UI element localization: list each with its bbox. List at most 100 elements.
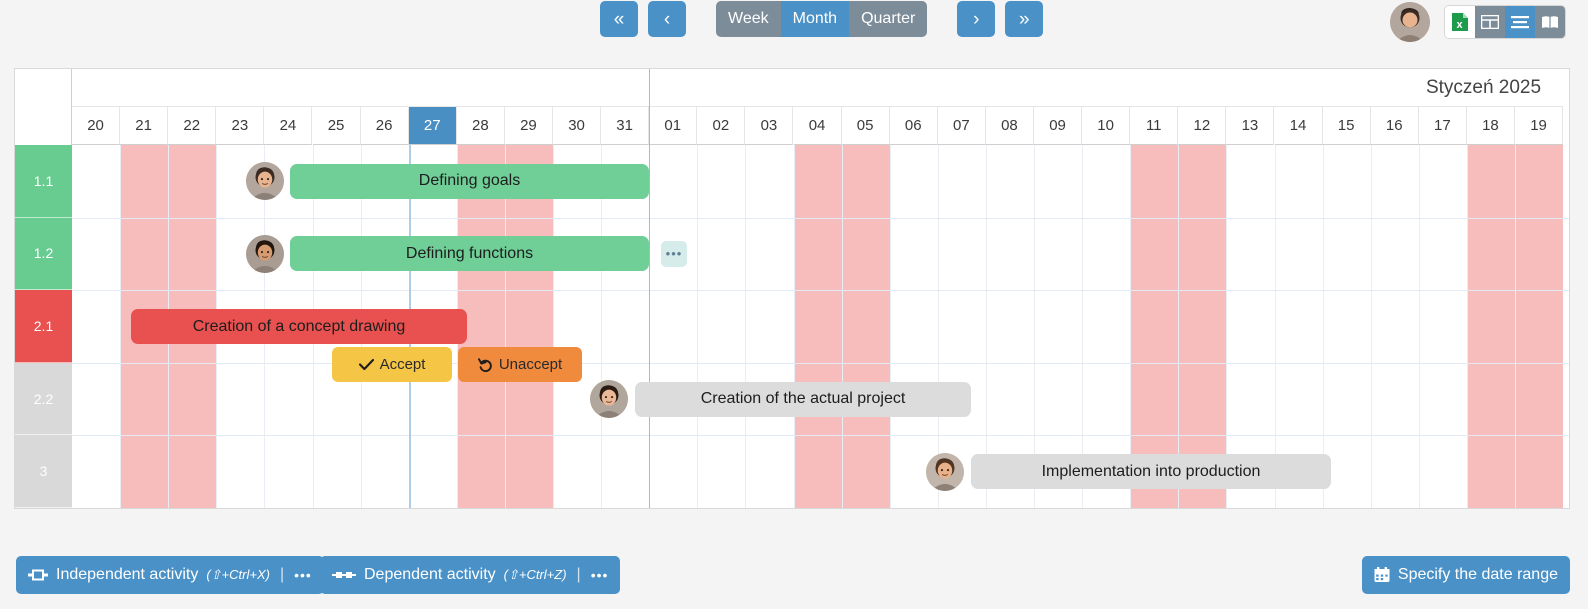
day-header-cell[interactable]: 20 xyxy=(72,107,120,145)
month-header-previous xyxy=(72,69,649,107)
table-view-icon[interactable] xyxy=(1475,6,1505,38)
unaccept-button[interactable]: Unaccept xyxy=(458,347,582,382)
timeline-nav-group: « ‹ Week Month Quarter › » xyxy=(600,1,1043,37)
day-header-cell[interactable]: 16 xyxy=(1371,107,1419,145)
jump-backward-button[interactable]: « xyxy=(600,1,638,37)
day-header-cell[interactable]: 21 xyxy=(120,107,168,145)
day-header-label: 17 xyxy=(1434,117,1451,134)
column-gridline xyxy=(1467,145,1468,508)
task-bar-actual-project[interactable]: Creation of the actual project xyxy=(635,382,971,417)
step-forward-button[interactable]: › xyxy=(957,1,995,37)
day-header-cell[interactable]: 19 xyxy=(1515,107,1563,145)
day-header-cell[interactable]: 27 xyxy=(409,107,457,145)
day-header-label: 07 xyxy=(953,117,970,134)
day-header-label: 29 xyxy=(520,117,537,134)
scale-quarter-button[interactable]: Quarter xyxy=(849,1,927,37)
specify-date-range-label: Specify the date range xyxy=(1398,566,1558,584)
dependent-activity-shortcut: (⇧+Ctrl+Z) xyxy=(504,567,567,583)
row-gridline xyxy=(72,435,1569,436)
day-header-label: 21 xyxy=(135,117,152,134)
scale-toggle-group: Week Month Quarter xyxy=(716,1,927,37)
scale-week-button[interactable]: Week xyxy=(716,1,781,37)
step-backward-button[interactable]: ‹ xyxy=(648,1,686,37)
day-header-cell[interactable]: 04 xyxy=(794,107,842,145)
user-avatar[interactable] xyxy=(1390,2,1430,42)
day-header-label: 31 xyxy=(616,117,633,134)
day-header-cell[interactable]: 07 xyxy=(938,107,986,145)
day-header-cell[interactable]: 12 xyxy=(1178,107,1226,145)
top-toolbar: « ‹ Week Month Quarter › » x xyxy=(0,0,1588,46)
view-mode-icon-group: x xyxy=(1444,5,1566,39)
independent-activity-button[interactable]: Independent activity (⇧+Ctrl+X) | ••• xyxy=(16,556,324,594)
day-header-cell[interactable]: 23 xyxy=(216,107,264,145)
row-gridline xyxy=(72,218,1569,219)
task-assignee-avatar[interactable] xyxy=(590,380,628,418)
day-header-cell[interactable]: 24 xyxy=(264,107,312,145)
day-header-label: 19 xyxy=(1530,117,1547,134)
task-bar-defining-goals[interactable]: Defining goals xyxy=(290,164,649,199)
day-header-cell[interactable]: 28 xyxy=(457,107,505,145)
day-header-cell[interactable]: 15 xyxy=(1323,107,1371,145)
column-gridline xyxy=(505,145,506,508)
task-bar-defining-functions[interactable]: Defining functions xyxy=(290,236,649,271)
month-header-current-label: Styczeń 2025 xyxy=(1426,77,1541,99)
independent-activity-shortcut: (⇧+Ctrl+X) xyxy=(206,567,270,583)
row-label-1-1[interactable]: 1.1 xyxy=(15,145,72,218)
specify-date-range-button[interactable]: Specify the date range xyxy=(1362,556,1570,594)
excel-export-icon[interactable]: x xyxy=(1445,6,1475,38)
day-header-cell[interactable]: 13 xyxy=(1226,107,1274,145)
day-header-label: 20 xyxy=(87,117,104,134)
accept-button[interactable]: Accept xyxy=(332,347,452,382)
day-header-cell[interactable]: 11 xyxy=(1130,107,1178,145)
day-header-cell[interactable]: 25 xyxy=(313,107,361,145)
day-header-label: 25 xyxy=(328,117,345,134)
day-header-cell[interactable]: 30 xyxy=(553,107,601,145)
book-view-icon[interactable] xyxy=(1535,6,1565,38)
dependent-activity-button[interactable]: Dependent activity (⇧+Ctrl+Z) | ••• xyxy=(320,556,620,594)
day-header-cell[interactable]: 22 xyxy=(168,107,216,145)
row-label-2-1[interactable]: 2.1 xyxy=(15,290,72,363)
undo-icon xyxy=(478,358,493,372)
day-header-cell[interactable]: 14 xyxy=(1275,107,1323,145)
row-gridline xyxy=(72,363,1569,364)
list-view-icon[interactable] xyxy=(1505,6,1535,38)
row-label-1-2[interactable]: 1.2 xyxy=(15,218,72,291)
day-header-cell[interactable]: 26 xyxy=(361,107,409,145)
day-header-cell[interactable]: 18 xyxy=(1467,107,1515,145)
task-bar-implementation[interactable]: Implementation into production xyxy=(971,454,1331,489)
row-label-text: 1.1 xyxy=(34,173,53,189)
row-gridline xyxy=(72,290,1569,291)
day-header-cell[interactable]: 02 xyxy=(697,107,745,145)
task-bar-concept-drawing[interactable]: Creation of a concept drawing xyxy=(131,309,467,344)
day-header-cell[interactable]: 29 xyxy=(505,107,553,145)
day-header-cell[interactable]: 17 xyxy=(1419,107,1467,145)
jump-forward-button[interactable]: » xyxy=(1005,1,1043,37)
task-menu-button[interactable]: ••• xyxy=(661,241,687,267)
dependent-activity-menu-button[interactable]: ••• xyxy=(591,567,609,583)
row-label-3[interactable]: 3 xyxy=(15,435,72,508)
gantt-body[interactable]: 1.1 1.22.12.23 Defining goals Defining func… xyxy=(15,145,1569,508)
row-label-2-2[interactable]: 2.2 xyxy=(15,363,72,436)
accept-button-label: Accept xyxy=(380,356,426,373)
day-header-cell[interactable]: 10 xyxy=(1082,107,1130,145)
day-header-cell[interactable]: 03 xyxy=(745,107,793,145)
day-header-cell[interactable]: 05 xyxy=(842,107,890,145)
day-header-cell[interactable]: 31 xyxy=(601,107,649,145)
day-header-label: 14 xyxy=(1290,117,1307,134)
column-gridline xyxy=(1371,145,1372,508)
task-assignee-avatar[interactable] xyxy=(246,235,284,273)
day-header-cell[interactable]: 01 xyxy=(649,107,697,145)
task-assignee-avatar[interactable] xyxy=(926,453,964,491)
day-header-label: 01 xyxy=(664,117,681,134)
day-header-label: 27 xyxy=(424,117,441,134)
day-header-label: 02 xyxy=(713,117,730,134)
toolbar-right-group: x xyxy=(1390,2,1566,42)
day-header-cell[interactable]: 06 xyxy=(890,107,938,145)
scale-month-button[interactable]: Month xyxy=(781,1,849,37)
independent-activity-menu-button[interactable]: ••• xyxy=(294,567,312,583)
task-assignee-avatar[interactable] xyxy=(246,162,284,200)
day-header-cell[interactable]: 08 xyxy=(986,107,1034,145)
column-gridline xyxy=(745,145,746,508)
day-header-cell[interactable]: 09 xyxy=(1034,107,1082,145)
independent-activity-icon xyxy=(28,568,48,582)
